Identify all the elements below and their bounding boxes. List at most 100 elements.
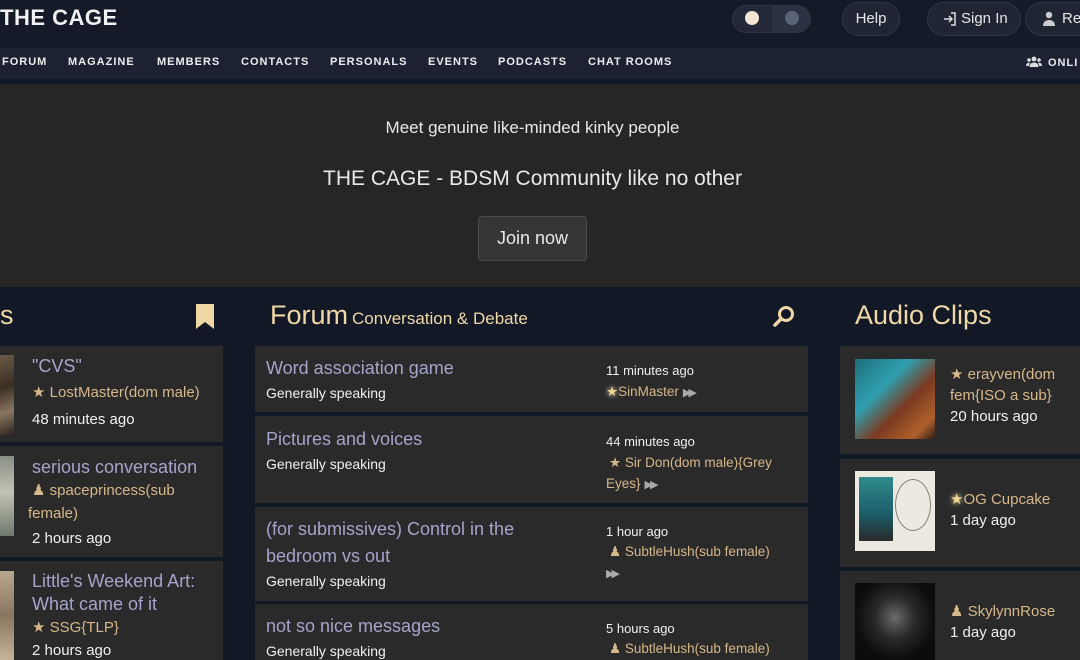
entry-user[interactable]: ♟ spaceprincess(sub female) bbox=[28, 479, 213, 525]
thumbnail-art bbox=[859, 477, 893, 541]
thread-category[interactable]: Generally speaking bbox=[266, 573, 386, 589]
join-now-button[interactable]: Join now bbox=[478, 216, 587, 261]
thread-user[interactable]: ♟ SubtleHush(sub female) bbox=[606, 638, 791, 659]
entry-title[interactable]: "CVS" bbox=[32, 355, 222, 378]
light-mode-icon bbox=[745, 11, 759, 25]
thread-category[interactable]: Generally speaking bbox=[266, 643, 386, 659]
thread-user-name: SubtleHush(sub female) bbox=[624, 544, 770, 559]
audio-clip-info: ★OG Cupcake 1 day ago bbox=[950, 489, 1080, 531]
thread-user[interactable]: ★ Sir Don(dom male){Grey Eyes} ▶▶ bbox=[606, 452, 791, 496]
glow-star-icon: ★ bbox=[606, 384, 619, 399]
thread-category[interactable]: Generally speaking bbox=[266, 456, 386, 472]
users-icon bbox=[1026, 56, 1042, 67]
forum-row[interactable]: not so nice messages Generally speaking … bbox=[255, 604, 808, 660]
thread-title[interactable]: Word association game bbox=[266, 355, 586, 382]
main-nav: FORUM MAGAZINE MEMBERS CONTACTS PERSONAL… bbox=[0, 48, 1080, 79]
list-item[interactable]: serious conversation ♟ spaceprincess(sub… bbox=[0, 446, 223, 557]
nav-podcasts[interactable]: PODCASTS bbox=[498, 56, 567, 68]
search-icon[interactable] bbox=[772, 304, 796, 328]
glow-star-icon: ★ bbox=[950, 491, 964, 508]
audio-user[interactable]: ★ erayven(dom fem{ISO a sub} bbox=[950, 364, 1080, 406]
thread-user[interactable]: ♟ SubtleHush(sub female) ▶▶ bbox=[606, 541, 791, 585]
hero-tagline: Meet genuine like-minded kinky people bbox=[385, 118, 680, 137]
thread-title[interactable]: Pictures and voices bbox=[266, 426, 586, 453]
forum-row[interactable]: Pictures and voices Generally speaking 4… bbox=[255, 416, 808, 503]
nav-members[interactable]: MEMBERS bbox=[157, 56, 220, 68]
audio-clip-info: ★ erayven(dom fem{ISO a sub} 20 hours ag… bbox=[950, 364, 1080, 427]
thumbnail-image[interactable] bbox=[0, 456, 14, 536]
audio-user[interactable]: ★OG Cupcake bbox=[950, 489, 1080, 510]
bookmark-icon[interactable] bbox=[196, 304, 214, 329]
audio-time: 1 day ago bbox=[950, 512, 1016, 529]
audio-user[interactable]: ♟ SkylynnRose bbox=[950, 601, 1080, 622]
star-icon: ★ bbox=[32, 384, 46, 401]
thread-user-name: SubtleHush(sub female) bbox=[624, 641, 770, 656]
thread-time: 1 hour ago bbox=[606, 524, 669, 539]
person-icon: ♟ bbox=[950, 603, 964, 620]
audio-clip-row[interactable]: ★OG Cupcake 1 day ago bbox=[840, 459, 1080, 567]
site-logo[interactable]: THE CAGE bbox=[0, 5, 118, 31]
audio-user-name: erayven(dom fem{ISO a sub} bbox=[950, 366, 1056, 404]
audio-thumbnail[interactable] bbox=[855, 471, 935, 551]
audio-clip-row[interactable]: ★ erayven(dom fem{ISO a sub} 20 hours ag… bbox=[840, 346, 1080, 454]
help-button[interactable]: Help bbox=[842, 2, 900, 36]
entry-title[interactable]: serious conversation bbox=[32, 456, 213, 479]
entry-title[interactable]: Little's Weekend Art: What came of it bbox=[32, 570, 222, 616]
audio-thumbnail[interactable] bbox=[855, 359, 935, 439]
person-icon: ♟ bbox=[609, 641, 622, 656]
left-section-title: s bbox=[0, 300, 14, 330]
thread-time: 44 minutes ago bbox=[606, 434, 695, 449]
entry-user[interactable]: ★ LostMaster(dom male) bbox=[32, 381, 222, 404]
sign-in-label: Sign In bbox=[961, 10, 1008, 27]
star-icon: ★ bbox=[609, 455, 622, 470]
entry-text: "CVS" ★ LostMaster(dom male) 48 minutes … bbox=[32, 355, 222, 431]
person-icon: ♟ bbox=[609, 544, 622, 559]
star-icon: ★ bbox=[950, 366, 964, 383]
list-item[interactable]: Little's Weekend Art: What came of it ★ … bbox=[0, 561, 223, 660]
forum-section-title: Forum Conversation & Debate bbox=[270, 300, 528, 331]
fast-forward-icon[interactable]: ▶▶ bbox=[645, 479, 659, 491]
thumbnail-image[interactable] bbox=[0, 571, 14, 660]
entry-text: serious conversation ♟ spaceprincess(sub… bbox=[28, 456, 213, 550]
nav-magazine[interactable]: MAGAZINE bbox=[68, 56, 135, 68]
thumbnail-image[interactable] bbox=[0, 355, 14, 435]
thread-category[interactable]: Generally speaking bbox=[266, 385, 386, 401]
nav-chat-rooms[interactable]: CHAT ROOMS bbox=[588, 56, 672, 68]
star-icon: ★ bbox=[32, 619, 46, 636]
thread-user-name: Sir Don(dom male){Grey Eyes} bbox=[606, 455, 772, 491]
theme-toggle[interactable] bbox=[732, 5, 811, 33]
nav-forum[interactable]: FORUM bbox=[2, 56, 47, 68]
fast-forward-icon[interactable]: ▶▶ bbox=[683, 387, 697, 399]
entry-user[interactable]: ★ SSG{TLP} bbox=[32, 616, 222, 639]
thread-user[interactable]: ★SinMaster ▶▶ bbox=[606, 381, 791, 404]
forum-title[interactable]: Forum bbox=[270, 300, 348, 330]
online-users-link[interactable]: ONLI bbox=[1026, 56, 1078, 69]
sign-in-icon bbox=[944, 12, 956, 26]
register-label: Re bbox=[1062, 10, 1080, 27]
register-button[interactable]: Re bbox=[1025, 2, 1080, 36]
nav-contacts[interactable]: CONTACTS bbox=[241, 56, 309, 68]
nav-events[interactable]: EVENTS bbox=[428, 56, 478, 68]
dark-mode-icon bbox=[785, 11, 799, 25]
hero-banner: Meet genuine like-minded kinky people TH… bbox=[0, 84, 1080, 287]
entry-text: Little's Weekend Art: What came of it ★ … bbox=[32, 570, 222, 660]
entry-user-name: spaceprincess(sub female) bbox=[28, 482, 175, 522]
forum-row[interactable]: (for submissives) Control in the bedroom… bbox=[255, 507, 808, 601]
audio-user-name: OG Cupcake bbox=[963, 491, 1051, 508]
audio-thumbnail[interactable] bbox=[855, 583, 935, 660]
fast-forward-icon[interactable]: ▶▶ bbox=[606, 568, 620, 580]
audio-clip-info: ♟ SkylynnRose 1 day ago bbox=[950, 601, 1080, 643]
thread-time: 11 minutes ago bbox=[606, 363, 694, 378]
audio-time: 1 day ago bbox=[950, 624, 1016, 641]
nav-personals[interactable]: PERSONALS bbox=[330, 56, 407, 68]
audio-section-title[interactable]: Audio Clips bbox=[855, 300, 992, 331]
thread-title[interactable]: (for submissives) Control in the bedroom… bbox=[266, 516, 586, 570]
forum-row[interactable]: Word association game Generally speaking… bbox=[255, 346, 808, 412]
thread-title[interactable]: not so nice messages bbox=[266, 613, 586, 640]
audio-clip-row[interactable]: ♟ SkylynnRose 1 day ago bbox=[840, 571, 1080, 660]
thumbnail-art bbox=[895, 479, 931, 531]
entry-user-name: SSG{TLP} bbox=[49, 619, 119, 636]
sign-in-button[interactable]: Sign In bbox=[927, 2, 1021, 36]
list-item[interactable]: "CVS" ★ LostMaster(dom male) 48 minutes … bbox=[0, 346, 223, 442]
person-icon bbox=[1043, 11, 1055, 26]
